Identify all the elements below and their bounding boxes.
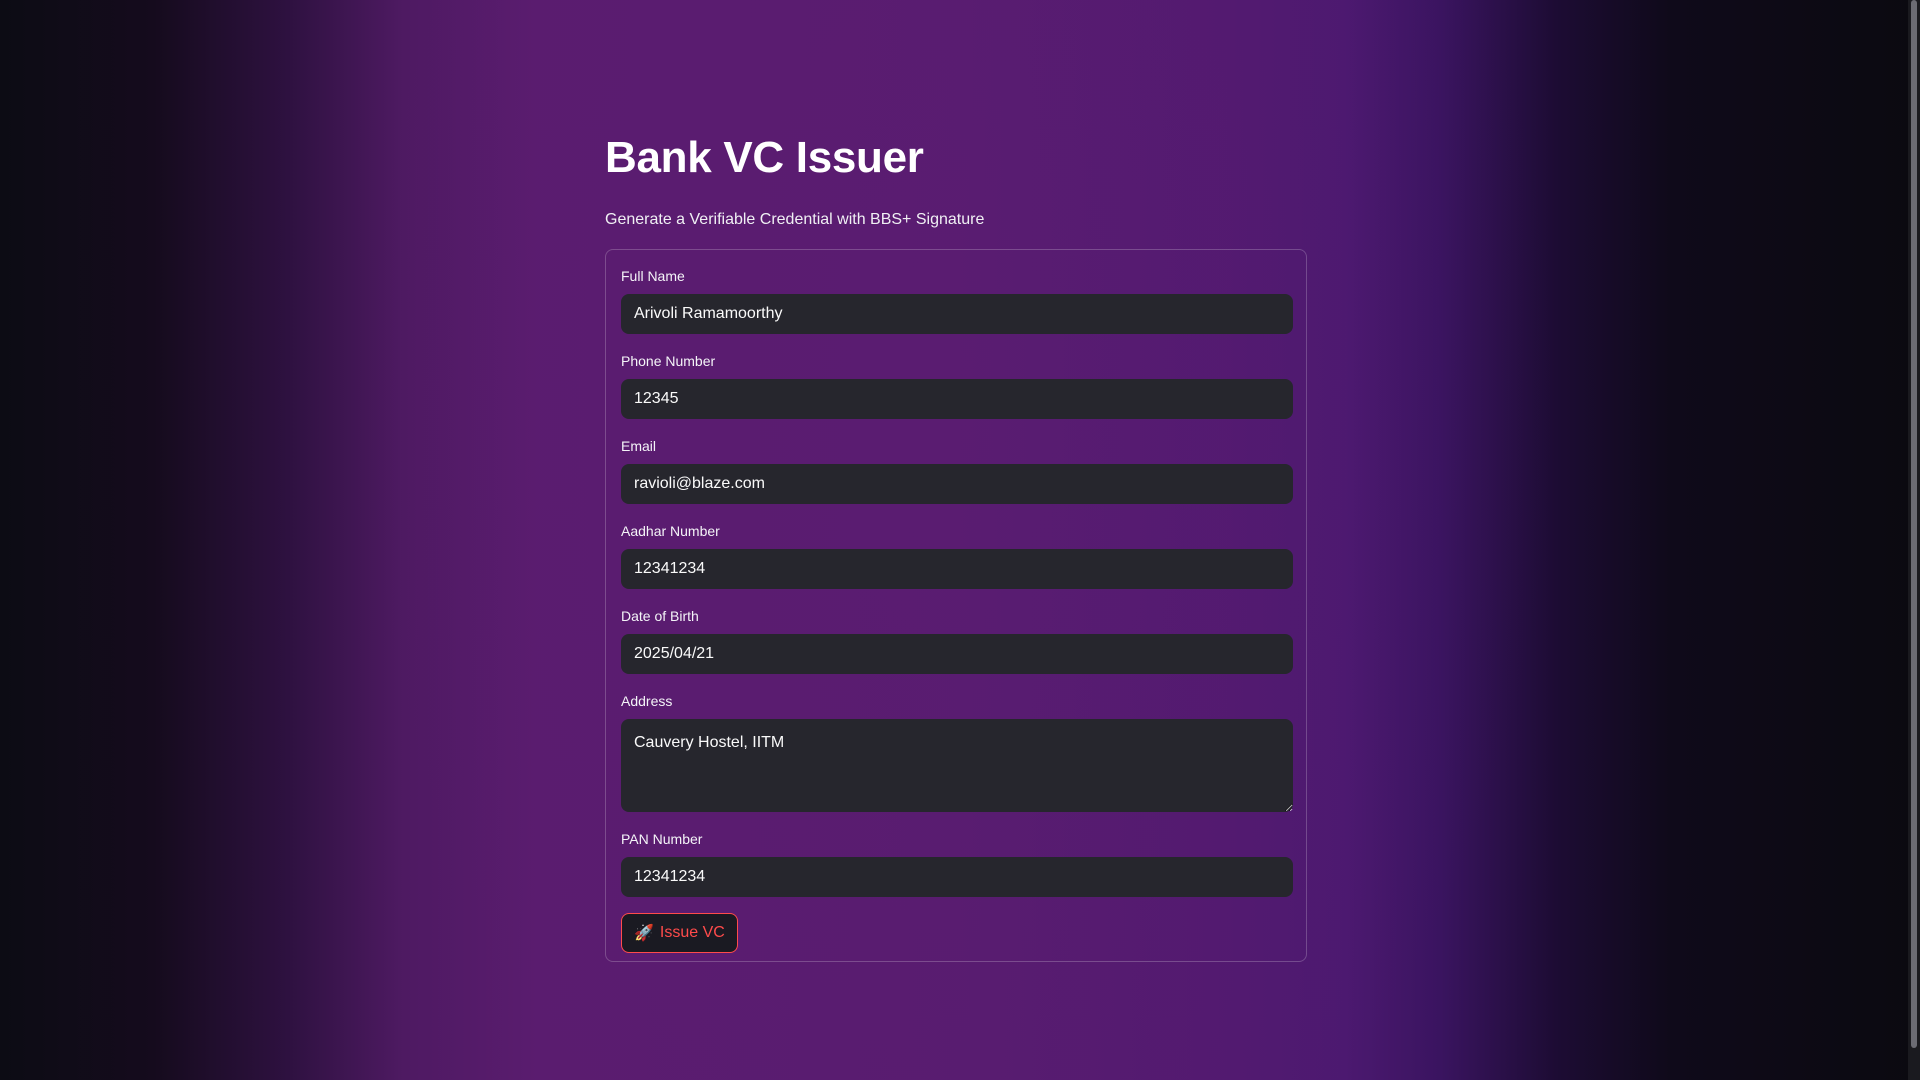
address-label: Address xyxy=(621,693,673,709)
issue-vc-label: Issue VC xyxy=(659,924,725,941)
full-name-field: Full Name xyxy=(621,268,1293,334)
address-field: Address Cauvery Hostel, IITM xyxy=(621,693,1293,812)
page-scrollbar[interactable] xyxy=(1908,0,1920,1080)
vc-form: Full Name Phone Number Email Aadhar Numb… xyxy=(605,249,1307,962)
page-title: Bank VC Issuer xyxy=(605,133,924,182)
phone-field: Phone Number xyxy=(621,353,1293,419)
email-label: Email xyxy=(621,438,657,454)
main-content: Bank VC Issuer Generate a Verifiable Cre… xyxy=(605,122,1309,962)
address-textarea[interactable]: Cauvery Hostel, IITM xyxy=(621,719,1293,812)
dob-field: Date of Birth xyxy=(621,608,1293,674)
phone-input[interactable] xyxy=(621,379,1293,419)
page-subtitle: Generate a Verifiable Credential with BB… xyxy=(605,211,985,228)
rocket-icon: 🚀 xyxy=(634,925,654,942)
pan-label: PAN Number xyxy=(621,831,703,847)
phone-label: Phone Number xyxy=(621,353,716,369)
aadhar-input[interactable] xyxy=(621,549,1293,589)
scrollbar-thumb[interactable] xyxy=(1911,0,1917,1048)
issue-vc-button[interactable]: 🚀 Issue VC xyxy=(621,913,738,953)
pan-field: PAN Number xyxy=(621,831,1293,897)
pan-input[interactable] xyxy=(621,857,1293,897)
full-name-label: Full Name xyxy=(621,268,685,284)
aadhar-field: Aadhar Number xyxy=(621,523,1293,589)
email-field: Email xyxy=(621,438,1293,504)
dob-label: Date of Birth xyxy=(621,608,699,624)
full-name-input[interactable] xyxy=(621,294,1293,334)
email-input[interactable] xyxy=(621,464,1293,504)
aadhar-label: Aadhar Number xyxy=(621,523,720,539)
dob-input[interactable] xyxy=(621,634,1293,674)
